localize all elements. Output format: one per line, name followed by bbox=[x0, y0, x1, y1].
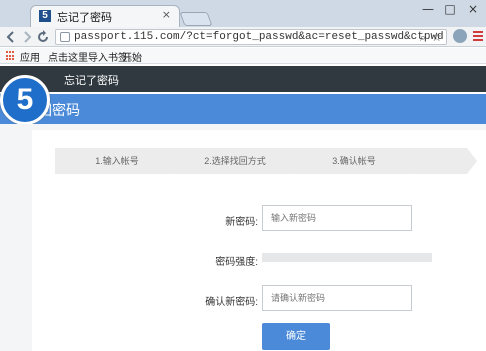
section-banner: 回密码 bbox=[0, 94, 486, 124]
password-strength-label: 密码强度: bbox=[215, 257, 258, 268]
search-icon[interactable]: ⌕ bbox=[420, 31, 426, 45]
window-controls: — □ × bbox=[416, 0, 486, 18]
bookmarks-bar: 应用 点击这里导入书签。 开始 bbox=[0, 48, 486, 64]
new-password-label: 新密码: bbox=[225, 217, 258, 228]
apps-grid-icon[interactable] bbox=[6, 51, 16, 61]
browser-toolbar: passport.115.com/?ct=forgot_passwd&ac=re… bbox=[0, 27, 486, 47]
menu-icon[interactable] bbox=[473, 31, 483, 41]
browser-tab[interactable]: 5 忘记了密码 × bbox=[30, 5, 180, 27]
new-tab-button[interactable] bbox=[179, 12, 213, 26]
start-link[interactable]: 开始 bbox=[122, 49, 142, 64]
confirm-password-label: 确认新密码: bbox=[205, 297, 258, 308]
confirm-button[interactable]: 确定 bbox=[262, 323, 330, 350]
apps-link[interactable]: 应用 bbox=[20, 49, 40, 64]
new-password-input[interactable] bbox=[262, 205, 412, 231]
tab-close-icon[interactable]: × bbox=[162, 8, 171, 21]
globe-icon[interactable] bbox=[453, 29, 467, 43]
site-header-title: 忘记了密码 bbox=[64, 75, 119, 87]
progress-steps: 1.输入帐号 2.选择找回方式 3.确认帐号 bbox=[55, 148, 477, 174]
step-1: 1.输入帐号 bbox=[55, 148, 179, 174]
page-icon bbox=[60, 32, 70, 42]
confirm-password-input[interactable] bbox=[262, 285, 412, 311]
reload-icon[interactable] bbox=[36, 30, 50, 44]
site-favicon-icon: 5 bbox=[39, 10, 51, 22]
site-logo-badge: 5 bbox=[0, 75, 50, 125]
url-text: passport.115.com/?ct=forgot_passwd&ac=re… bbox=[74, 31, 444, 43]
step-4 bbox=[407, 148, 477, 174]
close-window-icon[interactable]: × bbox=[462, 0, 484, 18]
minimize-icon[interactable]: — bbox=[418, 0, 438, 18]
browser-tab-strip: 5 忘记了密码 × — □ × bbox=[0, 0, 486, 27]
step-3: 3.确认帐号 bbox=[291, 148, 417, 174]
tab-title: 忘记了密码 bbox=[57, 12, 112, 24]
site-header: 忘记了密码 bbox=[0, 66, 486, 92]
step-2: 2.选择找回方式 bbox=[169, 148, 301, 174]
maximize-icon[interactable]: □ bbox=[440, 0, 460, 18]
bookmark-star-icon[interactable]: ☆ bbox=[431, 30, 442, 44]
password-strength-meter bbox=[262, 253, 432, 262]
forward-arrow-icon[interactable] bbox=[20, 30, 34, 44]
back-arrow-icon[interactable] bbox=[4, 30, 18, 44]
address-bar[interactable]: passport.115.com/?ct=forgot_passwd&ac=re… bbox=[55, 29, 447, 45]
